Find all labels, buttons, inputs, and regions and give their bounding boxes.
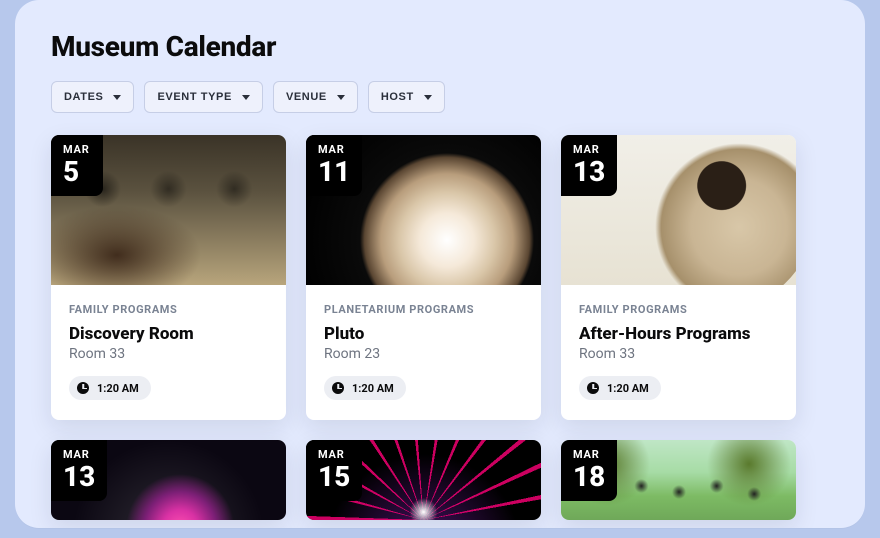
date-day: 13 — [573, 158, 605, 186]
filter-event-type[interactable]: EVENT TYPE — [144, 81, 262, 113]
event-category: FAMILY PROGRAMS — [69, 303, 268, 316]
event-title: After-Hours Programs — [579, 324, 778, 344]
date-badge: MAR 13 — [561, 135, 617, 196]
event-image: MAR 13 — [51, 440, 286, 520]
event-room: Room 33 — [69, 346, 268, 362]
date-day: 18 — [573, 463, 605, 491]
date-badge: MAR 15 — [306, 440, 362, 501]
filter-venue[interactable]: VENUE — [273, 81, 358, 113]
event-room: Room 33 — [579, 346, 778, 362]
event-image: MAR 13 — [561, 135, 796, 285]
event-time: 1:20 AM — [607, 382, 649, 395]
event-time-chip: 1:20 AM — [69, 376, 151, 400]
event-time: 1:20 AM — [97, 382, 139, 395]
filter-label: DATES — [64, 91, 103, 103]
date-day: 5 — [63, 158, 91, 186]
page-title: Museum Calendar — [51, 30, 829, 63]
event-body: FAMILY PROGRAMS After-Hours Programs Roo… — [561, 285, 796, 420]
event-card[interactable]: MAR 13 FAMILY PROGRAMS After-Hours Progr… — [561, 135, 796, 420]
event-grid: MAR 5 FAMILY PROGRAMS Discovery Room Roo… — [51, 135, 829, 520]
filter-label: VENUE — [286, 91, 327, 103]
filter-label: HOST — [381, 91, 414, 103]
filter-bar: DATES EVENT TYPE VENUE HOST — [51, 81, 829, 113]
chevron-down-icon — [424, 95, 432, 100]
event-category: PLANETARIUM PROGRAMS — [324, 303, 523, 316]
date-badge: MAR 11 — [306, 135, 362, 196]
event-card[interactable]: MAR 5 FAMILY PROGRAMS Discovery Room Roo… — [51, 135, 286, 420]
chevron-down-icon — [337, 95, 345, 100]
date-badge: MAR 18 — [561, 440, 617, 501]
event-body: FAMILY PROGRAMS Discovery Room Room 33 1… — [51, 285, 286, 420]
event-image: MAR 5 — [51, 135, 286, 285]
event-title: Discovery Room — [69, 324, 268, 344]
filter-host[interactable]: HOST — [368, 81, 445, 113]
filter-label: EVENT TYPE — [157, 91, 231, 103]
event-image: MAR 11 — [306, 135, 541, 285]
chevron-down-icon — [113, 95, 121, 100]
event-time: 1:20 AM — [352, 382, 394, 395]
date-day: 15 — [318, 463, 350, 491]
clock-icon — [587, 382, 599, 394]
chevron-down-icon — [242, 95, 250, 100]
event-image: MAR 18 — [561, 440, 796, 520]
event-time-chip: 1:20 AM — [579, 376, 661, 400]
event-time-chip: 1:20 AM — [324, 376, 406, 400]
event-card[interactable]: MAR 18 — [561, 440, 796, 520]
filter-dates[interactable]: DATES — [51, 81, 134, 113]
clock-icon — [332, 382, 344, 394]
date-badge: MAR 5 — [51, 135, 103, 196]
event-body: PLANETARIUM PROGRAMS Pluto Room 23 1:20 … — [306, 285, 541, 420]
date-day: 13 — [63, 463, 95, 491]
event-category: FAMILY PROGRAMS — [579, 303, 778, 316]
date-day: 11 — [318, 158, 350, 186]
clock-icon — [77, 382, 89, 394]
event-image: MAR 15 — [306, 440, 541, 520]
date-badge: MAR 13 — [51, 440, 107, 501]
calendar-page: Museum Calendar DATES EVENT TYPE VENUE H… — [15, 0, 865, 528]
event-title: Pluto — [324, 324, 523, 344]
event-card[interactable]: MAR 15 — [306, 440, 541, 520]
event-room: Room 23 — [324, 346, 523, 362]
event-card[interactable]: MAR 13 — [51, 440, 286, 520]
event-card[interactable]: MAR 11 PLANETARIUM PROGRAMS Pluto Room 2… — [306, 135, 541, 420]
